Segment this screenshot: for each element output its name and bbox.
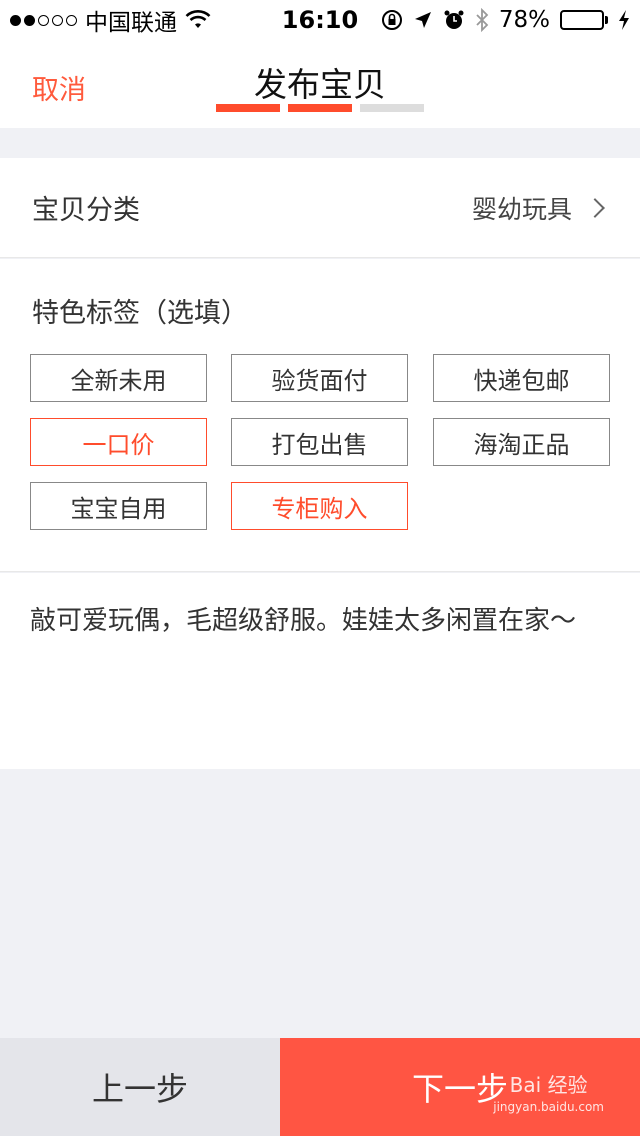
- tag-button[interactable]: 快递包邮: [433, 354, 610, 402]
- tag-button[interactable]: 验货面付: [231, 354, 408, 402]
- tag-button[interactable]: 宝宝自用: [30, 482, 207, 530]
- bottom-action-bar: 上一步 下一步 Bai 经验 jingyan.baidu.com: [0, 1038, 640, 1136]
- watermark-sub: jingyan.baidu.com: [493, 1100, 604, 1114]
- next-step-button[interactable]: 下一步 Bai 经验 jingyan.baidu.com: [280, 1038, 640, 1136]
- feature-tags-section: 特色标签（选填） 全新未用 验货面付 快递包邮 一口价 打包出售 海淘正品 宝宝…: [0, 259, 640, 572]
- nav-bar: 取消 发布宝贝: [0, 40, 640, 128]
- tag-button[interactable]: 全新未用: [30, 354, 207, 402]
- rotation-lock-icon: [381, 10, 402, 30]
- wifi-icon: [185, 10, 211, 28]
- step-progress-indicator: [216, 104, 424, 112]
- tag-button[interactable]: 专柜购入: [231, 482, 408, 530]
- alarm-icon: [444, 10, 464, 29]
- category-label: 宝贝分类: [32, 195, 140, 226]
- description-text[interactable]: 敲可爱玩偶，毛超级舒服。娃娃太多闲置在家～: [30, 603, 610, 639]
- step-segment: [360, 104, 424, 112]
- tag-button[interactable]: 海淘正品: [433, 418, 610, 466]
- battery-percent: 78%: [498, 7, 550, 33]
- page-title: 发布宝贝: [254, 65, 386, 104]
- category-value: 婴幼玩具: [471, 194, 572, 224]
- tags-title: 特色标签（选填）: [32, 298, 248, 329]
- battery-icon: [560, 10, 608, 30]
- watermark-logo: Bai 经验 jingyan.baidu.com: [493, 1074, 604, 1118]
- carrier-name: 中国联通: [85, 10, 177, 36]
- watermark-main: Bai 经验: [509, 1073, 588, 1097]
- status-right: 78%: [381, 7, 630, 33]
- charging-bolt-icon: [619, 10, 629, 30]
- chevron-right-icon: [585, 197, 605, 218]
- previous-step-button[interactable]: 上一步: [0, 1038, 280, 1136]
- step-segment: [216, 104, 280, 112]
- category-row[interactable]: 宝贝分类 婴幼玩具: [0, 158, 640, 258]
- signal-strength-icon: [10, 14, 77, 26]
- bluetooth-icon: [476, 8, 489, 32]
- step-segment: [288, 104, 352, 112]
- description-field[interactable]: 敲可爱玩偶，毛超级舒服。娃娃太多闲置在家～: [0, 573, 640, 769]
- tag-button[interactable]: 打包出售: [231, 418, 408, 466]
- status-bar: 中国联通 16:10 78%: [0, 0, 640, 40]
- tag-button[interactable]: 一口价: [30, 418, 207, 466]
- status-left: 中国联通: [10, 3, 381, 37]
- location-arrow-icon: [414, 12, 431, 28]
